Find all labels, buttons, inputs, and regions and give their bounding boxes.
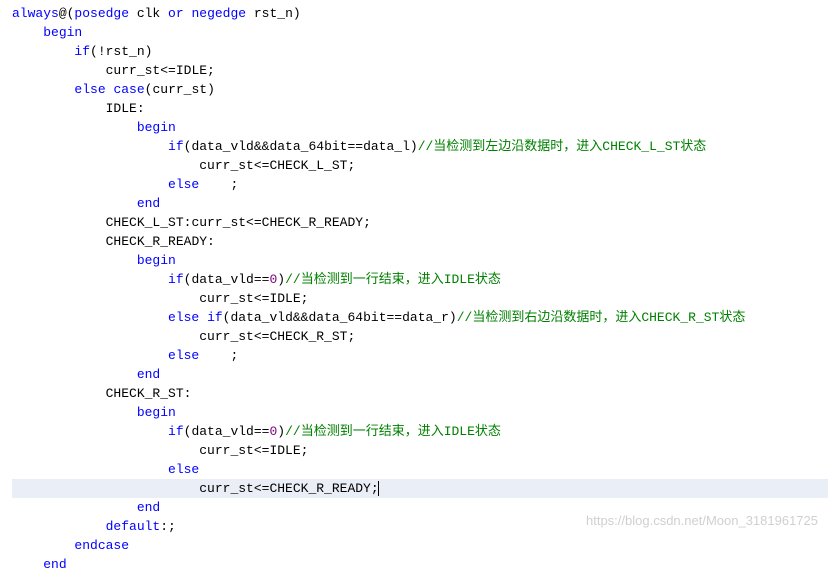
code-token: (data_vld&&data_64bit==data_r) xyxy=(223,310,457,325)
code-line: default:; xyxy=(12,517,828,536)
code-token: or xyxy=(168,6,184,21)
code-token: negedge xyxy=(191,6,246,21)
code-line: end xyxy=(12,194,828,213)
code-token: else xyxy=(168,462,199,477)
code-token: ) xyxy=(277,424,285,439)
code-line: endcase xyxy=(12,536,828,555)
code-token: IDLE: xyxy=(106,101,145,116)
text-cursor xyxy=(378,481,379,496)
code-token: end xyxy=(43,557,66,572)
code-line: curr_st<=IDLE; xyxy=(12,441,828,460)
code-line: end xyxy=(12,498,828,517)
code-token: curr_st<=CHECK_R_READY; xyxy=(199,481,378,496)
code-token: curr_st<=CHECK_R_ST; xyxy=(199,329,355,344)
code-token: else xyxy=(168,310,199,325)
code-line: CHECK_L_ST:curr_st<=CHECK_R_READY; xyxy=(12,213,828,232)
code-line: IDLE: xyxy=(12,99,828,118)
code-token: //当检测到左边沿数据时，进入CHECK_L_ST状态 xyxy=(418,139,707,154)
code-token: posedge xyxy=(74,6,129,21)
code-line: else ; xyxy=(12,175,828,194)
code-line: curr_st<=CHECK_R_ST; xyxy=(12,327,828,346)
code-token: else xyxy=(168,348,199,363)
code-line: if(data_vld==0)//当检测到一行结束，进入IDLE状态 xyxy=(12,422,828,441)
code-token: end xyxy=(137,196,160,211)
code-token: curr_st<=IDLE; xyxy=(106,63,215,78)
code-token: //当检测到右边沿数据时，进入CHECK_R_ST状态 xyxy=(457,310,746,325)
code-line: begin xyxy=(12,251,828,270)
code-token: CHECK_L_ST:curr_st<=CHECK_R_READY; xyxy=(106,215,371,230)
code-token: @( xyxy=(59,6,75,21)
code-token: always xyxy=(12,6,59,21)
code-line: curr_st<=IDLE; xyxy=(12,289,828,308)
code-line: CHECK_R_ST: xyxy=(12,384,828,403)
code-token: if xyxy=(168,424,184,439)
code-token: endcase xyxy=(74,538,129,553)
code-line: always@(posedge clk or negedge rst_n) xyxy=(12,4,828,23)
code-token: if xyxy=(168,139,184,154)
code-token: (curr_st) xyxy=(145,82,215,97)
code-token: curr_st<=IDLE; xyxy=(199,291,308,306)
code-line: begin xyxy=(12,403,828,422)
code-line: curr_st<=CHECK_L_ST; xyxy=(12,156,828,175)
code-line: else ; xyxy=(12,346,828,365)
code-token: default xyxy=(106,519,161,534)
code-token: rst_n) xyxy=(246,6,301,21)
code-token: begin xyxy=(137,120,176,135)
code-line: else if(data_vld&&data_64bit==data_r)//当… xyxy=(12,308,828,327)
code-token: CHECK_R_READY: xyxy=(106,234,215,249)
code-line: if(data_vld==0)//当检测到一行结束，进入IDLE状态 xyxy=(12,270,828,289)
code-token: end xyxy=(137,367,160,382)
code-token: CHECK_R_ST: xyxy=(106,386,192,401)
code-line: CHECK_R_READY: xyxy=(12,232,828,251)
code-token: (data_vld== xyxy=(184,424,270,439)
code-line: curr_st<=CHECK_R_READY; xyxy=(12,479,828,498)
code-line: else xyxy=(12,460,828,479)
code-line: if(data_vld&&data_64bit==data_l)//当检测到左边… xyxy=(12,137,828,156)
code-token: begin xyxy=(137,405,176,420)
code-token: (data_vld&&data_64bit==data_l) xyxy=(184,139,418,154)
code-token: case xyxy=(113,82,144,97)
code-token: clk xyxy=(129,6,168,21)
code-token: ; xyxy=(199,348,238,363)
code-line: begin xyxy=(12,23,828,42)
code-token: (!rst_n) xyxy=(90,44,152,59)
code-token: if xyxy=(168,272,184,287)
code-line: end xyxy=(12,365,828,384)
code-line: curr_st<=IDLE; xyxy=(12,61,828,80)
code-token: //当检测到一行结束，进入IDLE状态 xyxy=(285,424,501,439)
code-token: ) xyxy=(277,272,285,287)
code-token: curr_st<=IDLE; xyxy=(199,443,308,458)
code-token xyxy=(199,310,207,325)
code-token: if xyxy=(74,44,90,59)
code-token: if xyxy=(207,310,223,325)
code-token: //当检测到一行结束，进入IDLE状态 xyxy=(285,272,501,287)
code-editor: always@(posedge clk or negedge rst_n) be… xyxy=(0,0,828,578)
code-token: else xyxy=(74,82,105,97)
code-token: ; xyxy=(199,177,238,192)
code-line: end xyxy=(12,555,828,574)
code-line: if(!rst_n) xyxy=(12,42,828,61)
code-token: else xyxy=(168,177,199,192)
code-token: end xyxy=(137,500,160,515)
code-token: begin xyxy=(137,253,176,268)
code-line: else case(curr_st) xyxy=(12,80,828,99)
code-token: (data_vld== xyxy=(184,272,270,287)
code-line: begin xyxy=(12,118,828,137)
code-token: begin xyxy=(43,25,82,40)
code-token: :; xyxy=(160,519,176,534)
code-token: curr_st<=CHECK_L_ST; xyxy=(199,158,355,173)
